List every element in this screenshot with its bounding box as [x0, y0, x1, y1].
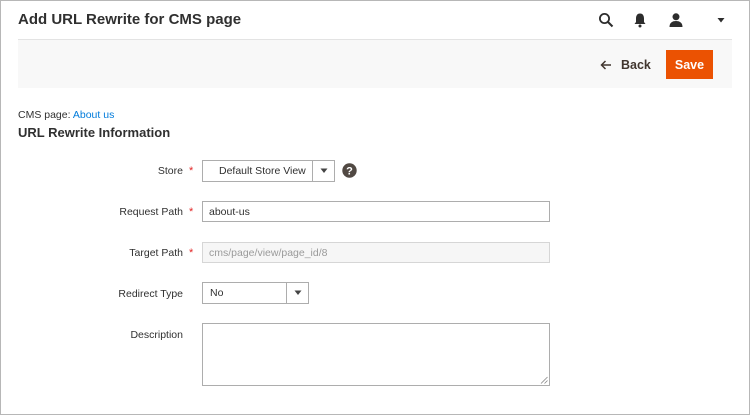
description-label: Description	[130, 329, 183, 341]
store-label: Store	[157, 165, 183, 177]
chevron-down-icon	[286, 283, 308, 303]
search-icon[interactable]	[598, 12, 614, 28]
redirect-type-select-value: No	[210, 287, 224, 299]
cms-page-link[interactable]: About us	[73, 109, 114, 121]
target-path-required-marker: *	[189, 247, 194, 259]
page-header: Add URL Rewrite for CMS page	[1, 1, 749, 39]
target-path-label: Target Path	[129, 247, 183, 259]
resize-grip-icon[interactable]	[540, 376, 548, 384]
request-path-input[interactable]: about-us	[202, 201, 550, 222]
help-icon[interactable]: ?	[342, 163, 357, 178]
section-title: URL Rewrite Information	[18, 125, 171, 140]
target-path-input: cms/page/view/page_id/8	[202, 242, 550, 263]
page-title: Add URL Rewrite for CMS page	[18, 11, 242, 28]
arrow-left-icon	[600, 60, 611, 70]
request-path-label: Request Path	[119, 206, 183, 218]
page-actions-bar: Back Save	[18, 39, 732, 88]
store-required-marker: *	[189, 165, 194, 177]
back-button-label: Back	[621, 58, 651, 72]
svg-text:?: ?	[346, 165, 353, 177]
save-button[interactable]: Save	[666, 50, 713, 79]
chevron-down-icon	[312, 161, 334, 181]
redirect-type-select[interactable]: No	[202, 282, 309, 304]
bell-icon[interactable]	[632, 12, 648, 28]
back-button[interactable]: Back	[600, 55, 651, 75]
request-path-required-marker: *	[189, 206, 194, 218]
redirect-type-label: Redirect Type	[118, 288, 183, 300]
store-select-value: Default Store View	[219, 165, 306, 177]
store-select[interactable]: Default Store View	[202, 160, 335, 182]
cms-page-prefix: CMS page:	[18, 109, 71, 121]
user-icon[interactable]	[668, 12, 684, 28]
chevron-down-icon[interactable]	[716, 15, 726, 25]
description-textarea[interactable]	[202, 323, 550, 386]
cms-page-line: CMS page: About us	[18, 109, 114, 121]
